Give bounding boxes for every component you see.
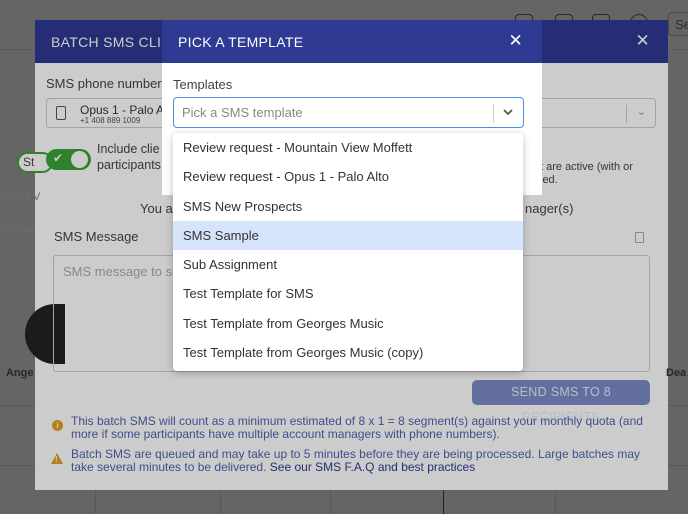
pick-template-title: PICK A TEMPLATE	[178, 34, 304, 50]
template-option[interactable]: Review request - Opus 1 - Palo Alto	[173, 162, 523, 191]
templates-label: Templates	[173, 77, 233, 92]
template-option[interactable]: Test Template from Georges Music	[173, 309, 523, 338]
pick-template-header: PICK A TEMPLATE ✕	[162, 20, 542, 63]
template-option[interactable]: Test Template from Georges Music (copy)	[173, 338, 523, 367]
select-separator	[493, 104, 494, 123]
template-option[interactable]: SMS Sample	[173, 220, 523, 251]
template-dropdown-menu: Review request - Mountain View Moffett Re…	[173, 133, 523, 371]
template-option[interactable]: Test Template for SMS	[173, 279, 523, 308]
template-option[interactable]: SMS New Prospects	[173, 192, 523, 221]
chevron-down-icon[interactable]	[502, 103, 514, 121]
template-option[interactable]: Sub Assignment	[173, 250, 523, 279]
close-icon[interactable]: ✕	[508, 31, 523, 51]
template-option[interactable]: Review request - Mountain View Moffett	[173, 133, 523, 162]
template-select[interactable]: Pick a SMS template	[173, 97, 524, 128]
template-select-placeholder: Pick a SMS template	[182, 105, 303, 120]
